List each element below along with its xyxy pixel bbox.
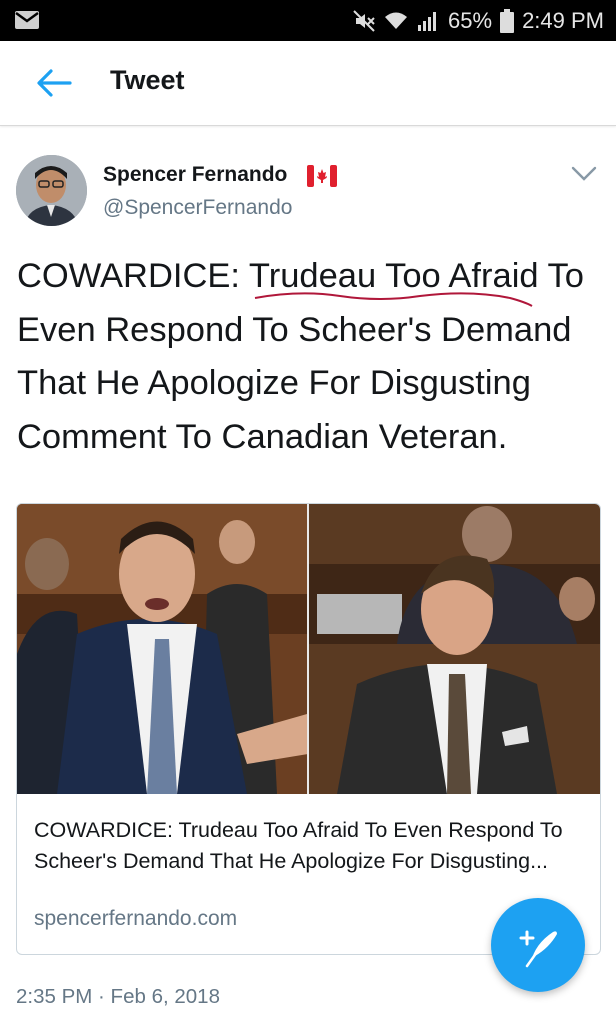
link-card[interactable]: COWARDICE: Trudeau Too Afraid To Even Re… [16, 503, 601, 955]
author-name[interactable]: Spencer Fernando [103, 163, 287, 187]
wifi-icon [385, 12, 408, 29]
tweet-timestamp: 2:35 PM · Feb 6, 2018 [16, 985, 220, 1008]
compose-tweet-button[interactable] [491, 898, 585, 992]
battery-percent: 65% [448, 8, 493, 33]
tweet-text: COWARDICE: Trudeau Too Afraid To Even Re… [17, 257, 584, 456]
mail-notification-icon [15, 11, 39, 29]
status-bar: 65% 2:49 PM [0, 0, 616, 41]
card-image [17, 504, 600, 794]
canada-flag-icon [307, 165, 337, 187]
avatar-image [16, 155, 87, 226]
author-handle[interactable]: @SpencerFernando [103, 196, 292, 220]
signal-icon [418, 12, 437, 31]
avatar[interactable] [16, 155, 87, 226]
compose-tweet-icon [519, 930, 557, 968]
card-domain: spencerfernando.com [34, 907, 238, 930]
app-header: Tweet [0, 41, 616, 126]
page-title: Tweet [110, 65, 185, 95]
battery-icon [500, 9, 515, 33]
card-title: COWARDICE: Trudeau Too Afraid To Even Re… [34, 818, 563, 873]
chevron-down-icon[interactable] [570, 163, 598, 183]
clock: 2:49 PM [522, 8, 604, 33]
arrow-left-icon[interactable] [36, 69, 72, 97]
mute-icon [353, 10, 375, 32]
